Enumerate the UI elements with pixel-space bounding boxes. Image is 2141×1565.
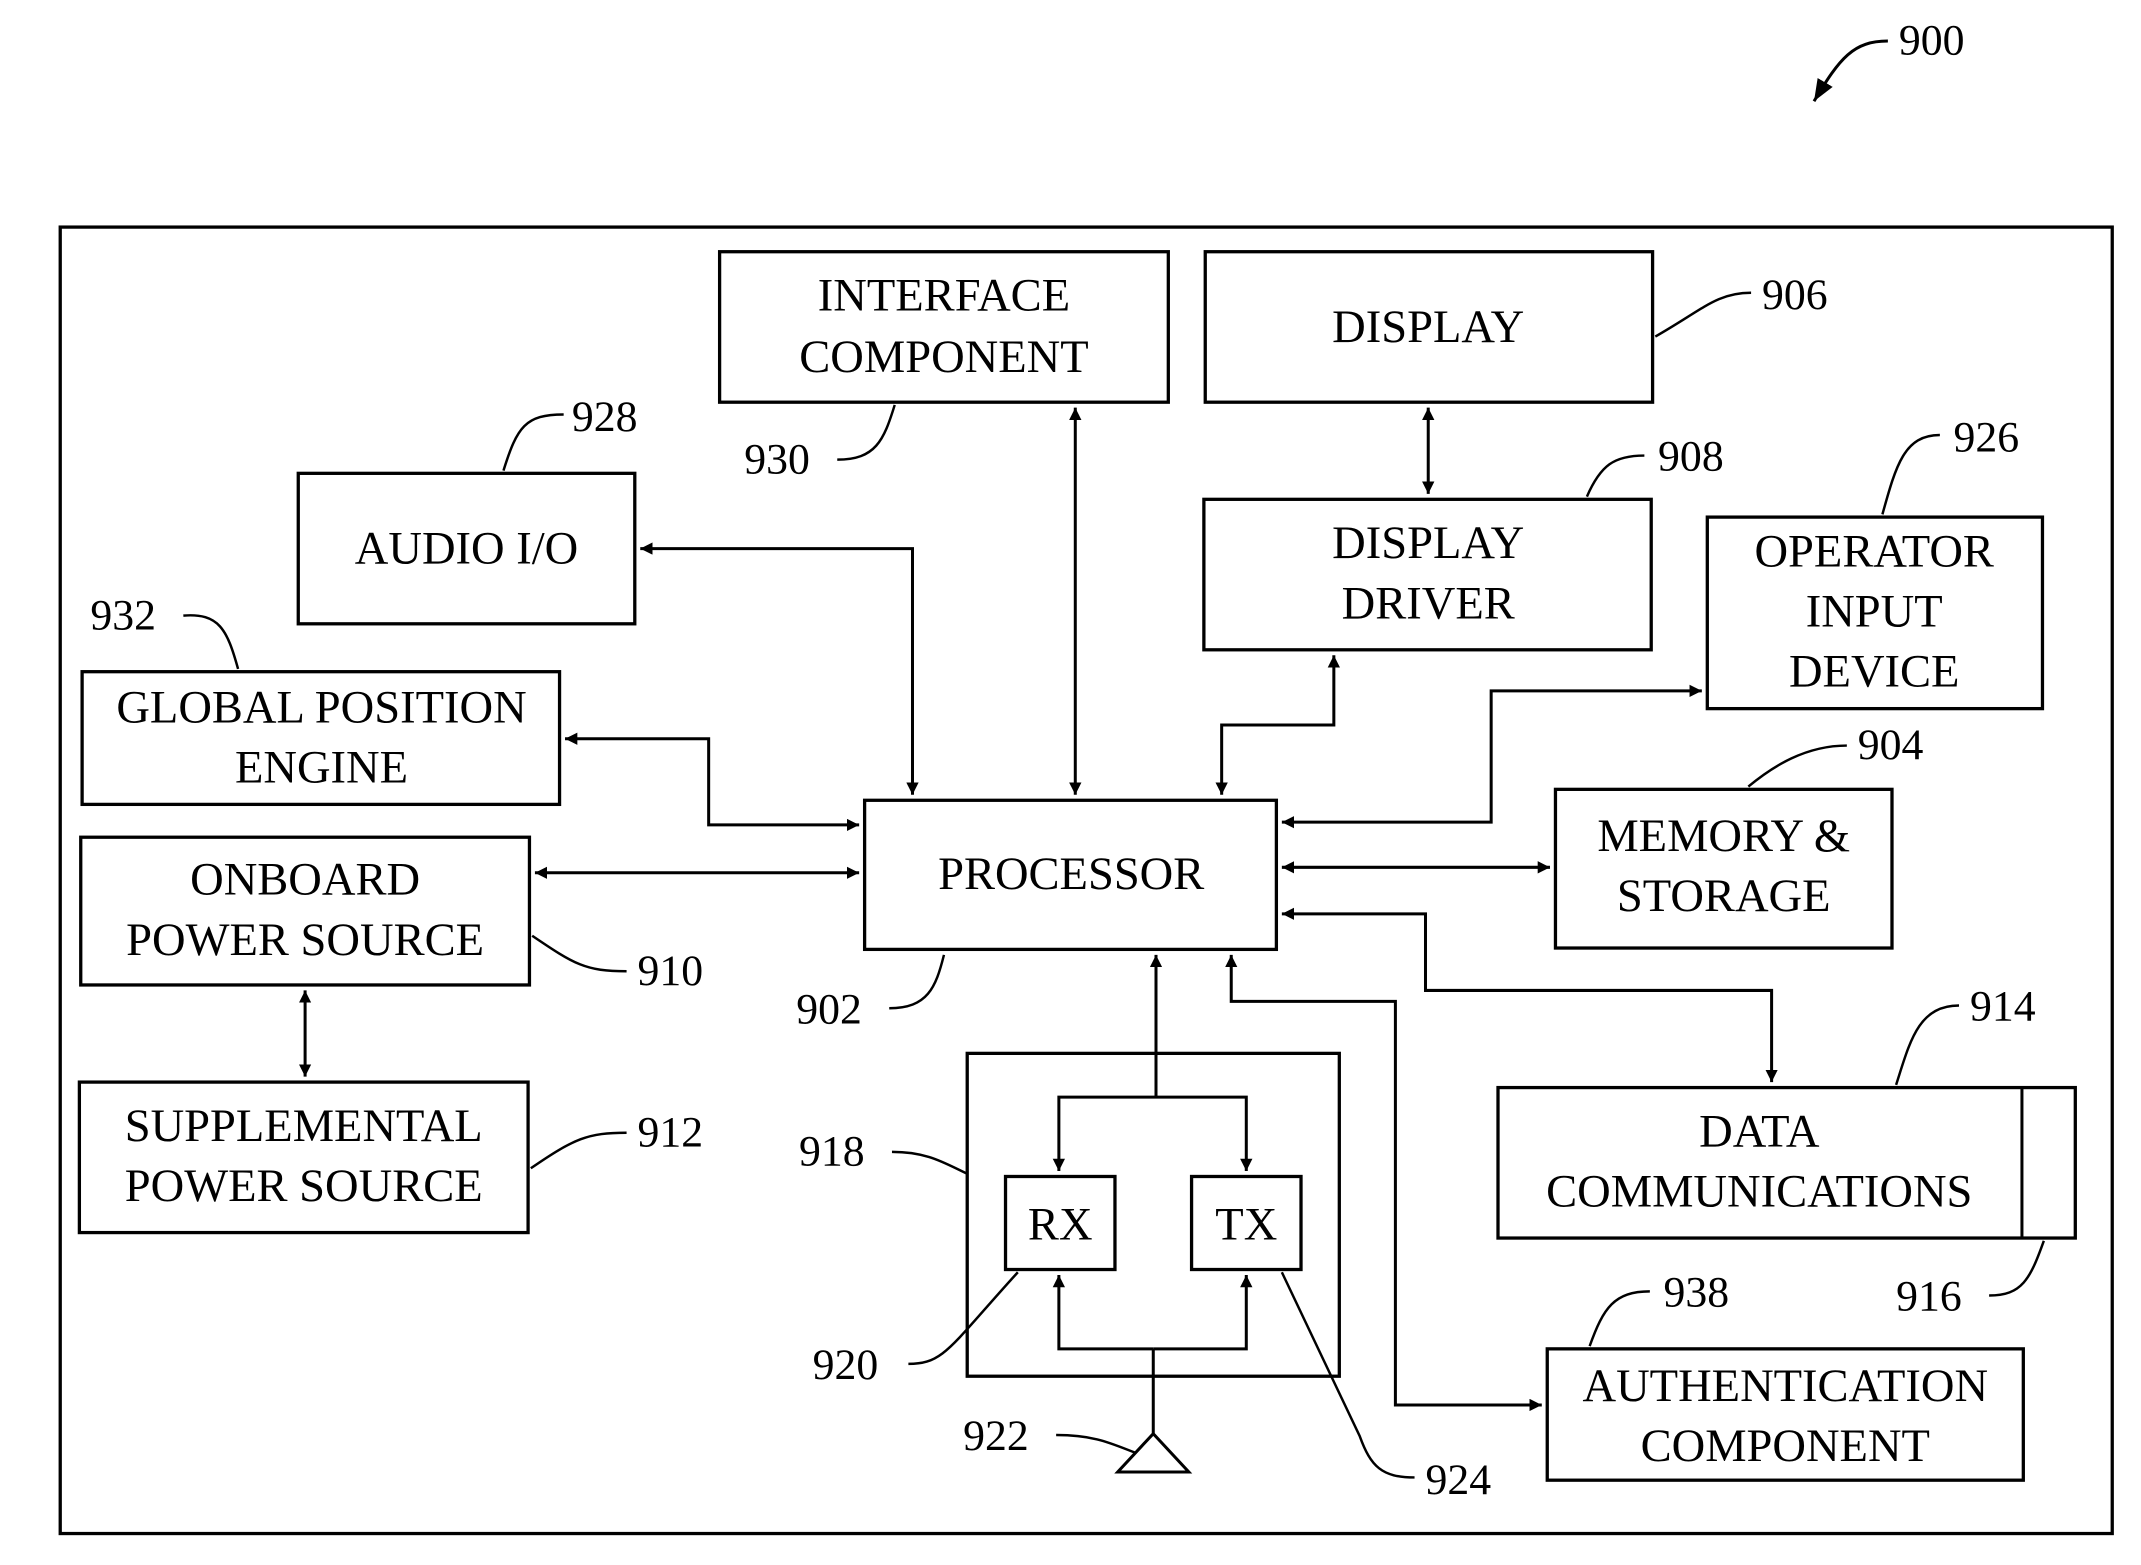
audio-io-block: AUDIO I/O: [296, 471, 637, 626]
svg-text:RX: RX: [1028, 1199, 1093, 1250]
display-driver-block: DISPLAY DRIVER: [1202, 497, 1653, 652]
ref-906: 906: [1762, 271, 1828, 319]
rx-block: RX: [1003, 1174, 1117, 1272]
svg-text:ENGINE: ENGINE: [235, 743, 408, 794]
svg-text:INTERFACE: INTERFACE: [818, 271, 1070, 322]
ref-916: 916: [1896, 1273, 1962, 1321]
ref-902: 902: [796, 985, 862, 1033]
svg-text:INPUT: INPUT: [1806, 587, 1943, 638]
svg-text:AUTHENTICATION: AUTHENTICATION: [1583, 1361, 1989, 1412]
svg-text:DRIVER: DRIVER: [1342, 578, 1515, 629]
memory-storage-block: MEMORY & STORAGE: [1553, 787, 1894, 950]
svg-text:DISPLAY: DISPLAY: [1332, 302, 1524, 353]
ref-908: 908: [1658, 433, 1724, 481]
svg-text:TX: TX: [1215, 1199, 1277, 1250]
tx-block: TX: [1189, 1174, 1303, 1272]
svg-text:PROCESSOR: PROCESSOR: [938, 849, 1204, 900]
svg-text:GLOBAL POSITION: GLOBAL POSITION: [116, 682, 526, 733]
ref-914: 914: [1970, 983, 2036, 1031]
global-position-engine-block: GLOBAL POSITION ENGINE: [80, 670, 562, 807]
svg-text:DATA: DATA: [1699, 1106, 1820, 1157]
display-block: DISPLAY: [1203, 250, 1655, 404]
ref-920: 920: [813, 1341, 879, 1389]
ref-910: 910: [638, 947, 704, 995]
ref-930: 930: [744, 435, 810, 483]
ref-928: 928: [572, 393, 638, 441]
ref-938: 938: [1664, 1268, 1730, 1316]
authentication-component-block: AUTHENTICATION COMPONENT: [1545, 1347, 2025, 1482]
svg-text:COMPONENT: COMPONENT: [1641, 1421, 1930, 1472]
onboard-power-source-block: ONBOARD POWER SOURCE: [79, 835, 532, 987]
ref-926: 926: [1954, 413, 2020, 461]
figure-ref-arrow: [1812, 39, 1888, 103]
ref-918: 918: [799, 1128, 865, 1176]
supplemental-power-source-block: SUPPLEMENTAL POWER SOURCE: [77, 1080, 530, 1235]
svg-text:POWER SOURCE: POWER SOURCE: [125, 1161, 483, 1212]
svg-text:STORAGE: STORAGE: [1617, 871, 1831, 922]
operator-input-device-block: OPERATOR INPUT DEVICE: [1705, 515, 2045, 711]
ref-932: 932: [90, 591, 156, 639]
ref-904: 904: [1858, 721, 1924, 769]
data-communications-block: DATA COMMUNICATIONS: [1496, 1085, 2077, 1240]
processor-block: PROCESSOR: [862, 798, 1279, 952]
svg-text:POWER SOURCE: POWER SOURCE: [126, 915, 484, 966]
svg-text:DISPLAY: DISPLAY: [1332, 518, 1524, 569]
svg-text:COMPONENT: COMPONENT: [799, 332, 1088, 383]
ref-912: 912: [638, 1108, 704, 1156]
block-diagram: 900 INTERFACE COMPONENT 930 DISPLAY 906 …: [58, 17, 2114, 1536]
svg-text:DEVICE: DEVICE: [1789, 647, 1959, 698]
ref-924: 924: [1425, 1456, 1491, 1504]
interface-component-block: INTERFACE COMPONENT: [717, 250, 1170, 404]
svg-text:MEMORY &: MEMORY &: [1597, 811, 1850, 862]
svg-text:COMMUNICATIONS: COMMUNICATIONS: [1546, 1167, 1972, 1218]
svg-text:OPERATOR: OPERATOR: [1754, 526, 1993, 577]
svg-text:ONBOARD: ONBOARD: [190, 855, 420, 906]
svg-text:AUDIO I/O: AUDIO I/O: [355, 524, 578, 575]
ref-922: 922: [963, 1412, 1029, 1460]
svg-text:SUPPLEMENTAL: SUPPLEMENTAL: [125, 1101, 483, 1152]
figure-ref-label: 900: [1899, 17, 1965, 65]
